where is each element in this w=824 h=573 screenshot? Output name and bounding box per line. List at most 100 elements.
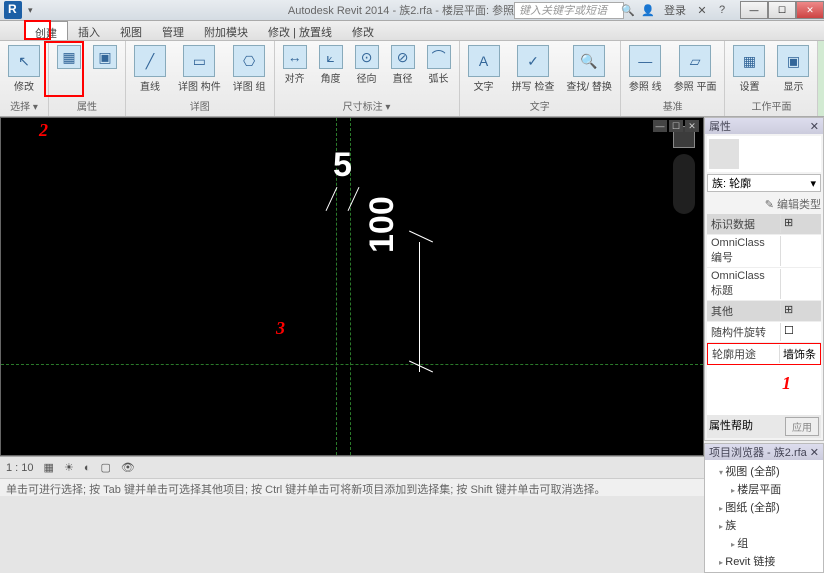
aligned-icon: ↔ [283,45,307,69]
maximize-button[interactable]: ☐ [768,1,796,19]
tab-modify[interactable]: 修改 [342,21,384,40]
arc-icon: ⌒ [427,45,451,69]
tab-create[interactable]: 创建 [24,21,68,40]
properties-button[interactable]: ▦ [52,43,86,71]
show-workplane-button[interactable]: ▣显示 [772,43,814,95]
aligned-dim-button[interactable]: ↔对齐 [278,43,312,87]
status-hint: 单击可进行选择; 按 Tab 键并单击可选择其他项目; 按 Ctrl 键并单击可… [6,484,606,496]
dimension-value-100[interactable]: 100 [363,196,402,253]
ribbon-group-dimension: ↔对齐 ⟀角度 ⊙径向 ⊘直径 ⌒弧长 尺寸标注 ▾ [275,41,460,116]
tab-insert[interactable]: 插入 [68,21,110,40]
exchange-icon[interactable]: ✕ [692,1,712,19]
modify-button[interactable]: ↖修改 [3,43,45,95]
arc-dim-button[interactable]: ⌒弧长 [422,43,456,87]
sun-path-icon[interactable]: ◐ [84,462,91,474]
annotation-2: 2 [39,120,48,141]
app-icon[interactable] [4,1,22,19]
find-replace-button[interactable]: 🔍查找/ 替换 [561,43,617,95]
tree-revit-links[interactable]: Revit 链接 [707,552,821,570]
properties-title: 属性 [709,118,731,134]
visual-style-icon[interactable]: ☀ [64,461,74,474]
apply-button[interactable]: 应用 [785,417,819,436]
hide-icon[interactable]: 👁 [121,461,135,474]
drawing-canvas[interactable]: — ☐ ✕ 5 100 2 3 [0,117,704,456]
edit-type-button[interactable]: ✎ 编辑类型 [765,196,821,212]
ribbon-tabs: 创建 插入 视图 管理 附加模块 修改 | 放置线 修改 [0,21,824,41]
diameter-dim-button[interactable]: ⊘直径 [386,43,420,87]
panel-close-icon[interactable]: ✕ [810,120,819,133]
login-link[interactable]: 登录 [658,2,692,18]
tree-families[interactable]: 族 [707,516,821,534]
annotation-1: 1 [782,373,791,394]
spellcheck-button[interactable]: ✓拼写 检查 [507,43,560,95]
detail-level-icon[interactable]: ▦ [44,461,54,474]
tab-view[interactable]: 视图 [110,21,152,40]
prop-profile-usage[interactable]: 轮廓用途墙饰条 [707,343,821,365]
section-identity[interactable]: 标识数据⊞ [707,214,821,235]
ref-plane-button[interactable]: ▱参照 平面 [669,43,722,95]
ref-line-button[interactable]: —参照 线 [624,43,667,95]
tab-manage[interactable]: 管理 [152,21,194,40]
tree-sheets[interactable]: 图纸 (全部) [707,498,821,516]
text-icon: A [468,45,500,77]
group-icon: ⎔ [233,45,265,77]
detail-group-button[interactable]: ⎔详图 组 [228,43,271,95]
type-selector[interactable]: 族: 轮廓▾ [707,174,821,192]
preview-thumbnail-icon [709,139,739,169]
doc-minimize-button[interactable]: — [653,120,667,132]
types-icon: ▣ [93,45,117,69]
set-workplane-button[interactable]: ▦设置 [728,43,770,95]
crop-icon[interactable]: ▢ [100,461,110,474]
dropdown-icon: ▾ [810,177,816,190]
help-icon[interactable]: ? [712,1,732,19]
tab-modify-place[interactable]: 修改 | 放置线 [258,21,342,40]
doc-close-button[interactable]: ✕ [685,120,699,132]
window-title: Autodesk Revit 2014 - 族2.rfa - 楼层平面: 参照标… [288,2,536,18]
refline-icon: — [629,45,661,77]
tab-addins[interactable]: 附加模块 [194,21,258,40]
help-search-input[interactable]: 键入关键字或短语 [514,2,624,19]
dimension-value-5[interactable]: 5 [333,146,352,185]
line-button[interactable]: ╱直线 [129,43,171,95]
navigation-bar[interactable] [673,154,695,214]
annotation-3: 3 [276,318,285,339]
component-icon: ▭ [183,45,215,77]
family-types-button[interactable]: ▣ [88,43,122,71]
tree-views[interactable]: 视图 (全部) [707,462,821,480]
prop-rotate-with-component[interactable]: 随构件旋转☐ [707,322,821,343]
angle-icon: ⟀ [319,45,343,69]
qat-dropdown-icon[interactable]: ▾ [24,5,37,16]
refplane-icon: ▱ [679,45,711,77]
doc-restore-button[interactable]: ☐ [669,120,683,132]
ribbon-group-workplane: ▦设置 ▣显示 工作平面 [725,41,818,116]
prop-omniclass-number[interactable]: OmniClass 编号 [707,235,821,268]
signin-icon[interactable]: 👤 [638,1,658,19]
panel-close-icon[interactable]: ✕ [810,446,819,459]
right-panel-stack: 属性 ✕ 族: 轮廓▾ ✎ 编辑类型 标识数据⊞ OmniClass 编号 Omn… [704,117,824,456]
dim-tick [409,231,433,243]
ribbon-group-properties: ▦ ▣ 属性 [49,41,126,116]
tree-floor-plans[interactable]: 楼层平面 [707,480,821,498]
view-control-bar: 1 : 10 ▦ ☀ ◐ ▢ 👁 [0,456,824,478]
set-icon: ▦ [733,45,765,77]
section-other[interactable]: 其他⊞ [707,301,821,322]
minimize-button[interactable]: — [740,1,768,19]
dim-tick [409,361,433,373]
detail-component-button[interactable]: ▭详图 构件 [173,43,226,95]
tree-groups[interactable]: 组 [707,534,821,552]
angular-dim-button[interactable]: ⟀角度 [314,43,348,87]
ribbon: ↖修改 选择 ▾ ▦ ▣ 属性 ╱直线 ▭详图 构件 ⎔详图 组 详图 ↔对齐 … [0,41,824,117]
radial-dim-button[interactable]: ⊙径向 [350,43,384,87]
prop-omniclass-title[interactable]: OmniClass 标题 [707,268,821,301]
close-button[interactable]: ✕ [796,1,824,19]
scale-control[interactable]: 1 : 10 [6,462,34,474]
text-button[interactable]: A文字 [463,43,505,95]
main-area: — ☐ ✕ 5 100 2 3 属性 ✕ 族: 轮廓▾ [0,117,824,456]
status-bar: 单击可进行选择; 按 Tab 键并单击可选择其他项目; 按 Ctrl 键并单击可… [0,478,824,496]
ribbon-group-datum: —参照 线 ▱参照 平面 基准 [621,41,726,116]
search-icon[interactable]: 🔍 [618,1,638,19]
cursor-icon: ↖ [8,45,40,77]
project-browser-tree[interactable]: 视图 (全部) 楼层平面 图纸 (全部) 族 组 Revit 链接 [705,460,823,572]
properties-help-link[interactable]: 属性帮助 [709,417,753,436]
reference-plane-h [1,364,703,365]
